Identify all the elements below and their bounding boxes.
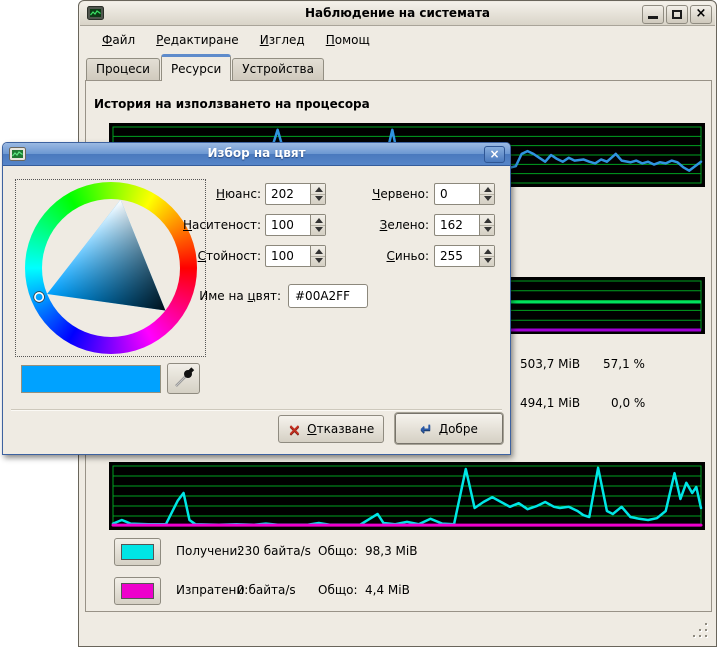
tab-devices[interactable]: Устройства (232, 58, 324, 81)
maximize-button[interactable] (666, 5, 688, 24)
network-chart-canvas (109, 462, 705, 530)
saturation-spinbox[interactable]: 100 (265, 214, 326, 236)
received-total-value: 98,3 MiB (365, 544, 417, 558)
menu-edit[interactable]: Редактиране (154, 31, 241, 49)
cancel-button[interactable]: × Отказване (278, 415, 384, 443)
menu-view[interactable]: Изглед (258, 31, 307, 49)
dialog-title: Избор на цвят (3, 146, 510, 160)
ok-button[interactable]: ↵ Добре (395, 413, 503, 444)
memory-used-value: 503,7 MiB (520, 357, 580, 371)
green-spin-arrows[interactable] (479, 215, 494, 235)
received-label: Получени: (176, 544, 241, 558)
ok-icon: ↵ (420, 420, 433, 438)
dialog-titlebar[interactable]: Избор на цвят × (3, 143, 510, 166)
memory-used-percent: 57,1 % (603, 357, 645, 371)
spin-up-icon (315, 249, 323, 254)
hue-label: Нюанс: (153, 183, 261, 205)
sent-color-button[interactable] (114, 577, 161, 605)
spin-down-icon (484, 196, 492, 201)
value-label: Стойност: (153, 245, 261, 267)
close-button[interactable]: × (690, 5, 712, 24)
sent-color-swatch (121, 583, 154, 599)
sent-rate: 0 байта/s (237, 583, 296, 597)
menu-help[interactable]: Помощ (324, 31, 372, 49)
received-color-swatch (121, 544, 154, 560)
menubar: Файл Редактиране Изглед Помощ (80, 27, 715, 53)
spin-down-icon (315, 196, 323, 201)
ok-button-label: Добре (439, 422, 478, 436)
dialog-separator (11, 409, 502, 411)
dialog-close-icon: × (489, 147, 499, 161)
spin-down-icon (315, 227, 323, 232)
color-picker-dialog: Избор на цвят × (2, 142, 511, 455)
color-preview-swatch (21, 365, 161, 393)
sent-total-value: 4,4 MiB (365, 583, 410, 597)
saturation-label: Наситеност: (153, 214, 261, 236)
tab-processes[interactable]: Процеси (86, 58, 160, 81)
close-icon: × (696, 6, 707, 21)
statusbar (80, 612, 715, 645)
spin-down-icon (315, 258, 323, 263)
dialog-close-button[interactable]: × (484, 146, 505, 163)
eyedropper-button[interactable] (167, 363, 200, 394)
received-color-button[interactable] (114, 538, 161, 566)
swap-used-value: 494,1 MiB (520, 396, 580, 410)
tab-resources[interactable]: Ресурси (161, 54, 231, 81)
spin-up-icon (484, 218, 492, 223)
blue-spin-arrows[interactable] (479, 246, 494, 266)
saturation-value-triangle[interactable] (25, 182, 197, 354)
blue-spinbox[interactable]: 255 (434, 245, 495, 267)
menu-file[interactable]: Файл (100, 31, 137, 49)
spin-up-icon (315, 218, 323, 223)
red-spin-arrows[interactable] (479, 184, 494, 204)
cancel-icon: × (288, 420, 301, 439)
received-total-label: Общо: (318, 544, 358, 558)
swap-used-percent: 0,0 % (611, 396, 645, 410)
hue-spinbox[interactable]: 202 (265, 183, 326, 205)
spin-down-icon (484, 258, 492, 263)
green-label: Зелено: (343, 214, 429, 236)
saturation-spin-arrows[interactable] (310, 215, 325, 235)
maximize-icon (672, 10, 682, 19)
color-name-label: Име на цвят: (153, 285, 281, 307)
minimize-icon (648, 16, 658, 19)
main-window-title: Наблюдение на системата (80, 6, 715, 20)
cpu-history-heading: История на използването на процесора (94, 97, 370, 111)
network-history-chart (109, 462, 705, 530)
minimize-button[interactable] (642, 5, 664, 24)
color-name-input[interactable]: #00A2FF (288, 284, 368, 308)
sent-total-label: Общо: (318, 583, 358, 597)
resize-grip[interactable] (692, 622, 707, 637)
main-titlebar[interactable]: Наблюдение на системата × (80, 2, 715, 26)
value-spinbox[interactable]: 100 (265, 245, 326, 267)
spin-up-icon (315, 187, 323, 192)
spin-up-icon (484, 249, 492, 254)
value-spin-arrows[interactable] (310, 246, 325, 266)
green-spinbox[interactable]: 162 (434, 214, 495, 236)
red-label: Червено: (343, 183, 429, 205)
spin-up-icon (484, 187, 492, 192)
red-spinbox[interactable]: 0 (434, 183, 495, 205)
spin-down-icon (484, 227, 492, 232)
cancel-button-label: Отказване (307, 422, 374, 436)
eyedropper-icon (168, 364, 199, 393)
screenshot-stage: Наблюдение на системата × Файл Редактира… (0, 0, 717, 647)
received-rate: 230 байта/s (237, 544, 311, 558)
blue-label: Синьо: (343, 245, 429, 267)
hue-spin-arrows[interactable] (310, 184, 325, 204)
tab-bar: Процеси Ресурси Устройства (86, 54, 325, 81)
